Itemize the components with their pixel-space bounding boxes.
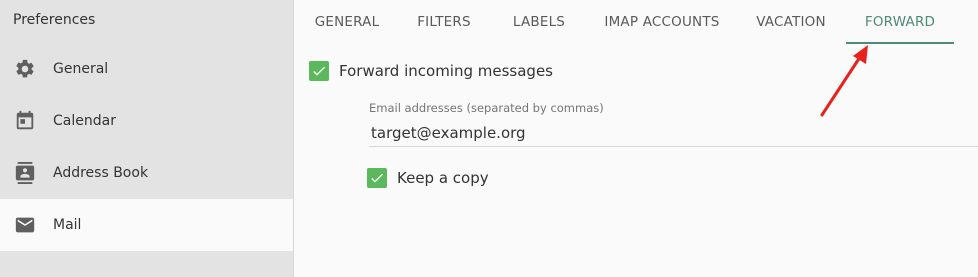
checkmark-icon xyxy=(313,66,325,76)
keep-copy-checkbox[interactable] xyxy=(367,168,387,188)
contacts-icon xyxy=(14,162,36,184)
sidebar-item-address-book[interactable]: Address Book xyxy=(0,147,293,199)
tab-vacation[interactable]: VACATION xyxy=(744,0,838,44)
forward-enable-label: Forward incoming messages xyxy=(339,62,553,80)
sidebar-item-label: Mail xyxy=(53,217,82,233)
tab-general[interactable]: GENERAL xyxy=(295,0,399,44)
tab-labels[interactable]: LABELS xyxy=(498,0,580,44)
gear-icon xyxy=(14,58,36,80)
sidebar-item-label: Address Book xyxy=(53,165,149,181)
keep-copy-label: Keep a copy xyxy=(397,169,489,187)
calendar-icon xyxy=(14,110,36,132)
tab-imap-accounts[interactable]: IMAP ACCOUNTS xyxy=(594,0,730,44)
checkmark-icon xyxy=(371,173,383,183)
tab-filters[interactable]: FILTERS xyxy=(404,0,484,44)
sidebar-title: Preferences xyxy=(13,12,96,28)
mail-icon xyxy=(14,214,36,236)
annotation-arrow-icon xyxy=(820,45,868,117)
forward-enable-checkbox[interactable] xyxy=(309,61,329,81)
tab-forward[interactable]: FORWARD xyxy=(846,0,954,44)
sidebar: Preferences General Calendar Address Boo… xyxy=(0,0,294,277)
addresses-field[interactable] xyxy=(369,119,978,147)
sidebar-item-general[interactable]: General xyxy=(0,43,293,95)
sidebar-item-calendar[interactable]: Calendar xyxy=(0,95,293,147)
addresses-field-label: Email addresses (separated by commas) xyxy=(369,101,604,115)
sidebar-item-label: General xyxy=(53,61,109,77)
sidebar-item-label: Calendar xyxy=(53,113,116,129)
sidebar-item-mail[interactable]: Mail xyxy=(0,199,293,251)
